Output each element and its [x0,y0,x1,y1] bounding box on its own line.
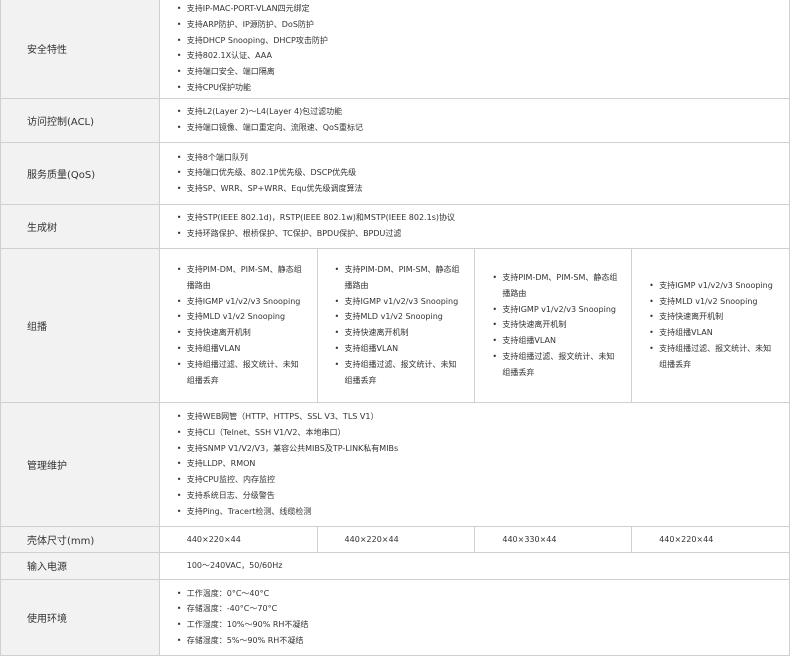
multicast-column-2: 支持PIM-DM、PIM-SM、静态组播路由支持IGMP v1/v2/v3 Sn… [316,247,476,403]
list-item: 存储湿度：5%～90% RH不凝结 [177,633,779,649]
table-row: 服务质量(QoS) 支持8个端口队列支持端口优先级、802.1P优先级、DSCP优… [0,141,790,205]
row-value-acl: 支持L2(Layer 2)～L4(Layer 4)包过滤功能支持端口镜像、端口重… [158,97,790,143]
list-item: 支持组播过滤、报文统计、未知组播丢弃 [649,341,777,373]
row-value-stp: 支持STP(IEEE 802.1d)，RSTP(IEEE 802.1w)和MST… [158,203,790,249]
multicast-col-1-list: 支持PIM-DM、PIM-SM、静态组播路由支持IGMP v1/v2/v3 Sn… [177,262,305,389]
table-row: 壳体尺寸(mm) 440×220×44 440×220×44 440×330×44 44… [0,525,790,553]
row-label-qos: 服务质量(QoS) [0,141,160,205]
table-row: 访问控制(ACL) 支持L2(Layer 2)～L4(Layer 4)包过滤功能支… [0,97,790,143]
row-value-security: 支持IP-MAC-PORT-VLAN四元绑定支持ARP防护、IP源防护、DoS防… [158,0,790,99]
list-item: 支持环路保护、根桥保护、TC保护、BPDU保护、BPDU过滤 [177,226,779,242]
multicast-col-3-list: 支持PIM-DM、PIM-SM、静态组播路由支持IGMP v1/v2/v3 Sn… [492,270,619,381]
list-item: 支持组播过滤、报文统计、未知组播丢弃 [177,357,305,389]
list-item: 支持快速离开机制 [649,309,777,325]
list-item: 支持快速离开机制 [177,325,305,341]
row-value-environment: 工作温度：0°C～40°C存储温度：-40°C～70°C工作湿度：10%～90%… [158,578,790,656]
row-acl-list: 支持L2(Layer 2)～L4(Layer 4)包过滤功能支持端口镜像、端口重… [177,104,779,136]
list-item: 支持组播过滤、报文统计、未知组播丢弃 [492,349,619,381]
dimension-value-4: 440×220×44 [631,525,790,553]
list-item: 支持SNMP V1/V2/V3，兼容公共MIBS及TP-LINK私有MIBs [177,441,779,457]
list-item: 支持IGMP v1/v2/v3 Snooping [335,294,463,310]
list-item: 支持端口镜像、端口重定向、流限速、QoS重标记 [177,120,779,136]
row-label-power: 输入电源 [0,551,160,580]
list-item: 支持Ping、Tracert检测、线缆检测 [177,504,779,520]
list-item: 支持IP-MAC-PORT-VLAN四元绑定 [177,1,779,17]
row-label-multicast: 组播 [0,247,160,403]
dimension-value-1: 440×220×44 [158,525,318,553]
table-row: 组播支持PIM-DM、PIM-SM、静态组播路由支持IGMP v1/v2/v3 … [0,247,790,403]
list-item: 支持CLI（Telnet、SSH V1/V2、本地串口） [177,425,779,441]
list-item: 支持ARP防护、IP源防护、DoS防护 [177,17,779,33]
list-item: 支持端口安全、端口隔离 [177,64,779,80]
multicast-col-4-list: 支持IGMP v1/v2/v3 Snooping支持MLD v1/v2 Snoo… [649,278,777,373]
table-row: 安全特性支持IP-MAC-PORT-VLAN四元绑定支持ARP防护、IP源防护、… [0,0,790,99]
row-security-list: 支持IP-MAC-PORT-VLAN四元绑定支持ARP防护、IP源防护、DoS防… [177,1,779,96]
power-value: 100～240VAC，50/60Hz [158,551,790,580]
list-item: 支持组播VLAN [492,333,619,349]
table-row: 输入电源 100～240VAC，50/60Hz [0,551,790,580]
list-item: 支持组播VLAN [649,325,777,341]
row-stp-list: 支持STP(IEEE 802.1d)，RSTP(IEEE 802.1w)和MST… [177,210,779,242]
list-item: 支持IGMP v1/v2/v3 Snooping [177,294,305,310]
list-item: 支持PIM-DM、PIM-SM、静态组播路由 [177,262,305,294]
row-label-stp: 生成树 [0,203,160,249]
dimension-value-3: 440×330×44 [474,525,633,553]
table-row: 使用环境工作温度：0°C～40°C存储温度：-40°C～70°C工作湿度：10%… [0,578,790,656]
list-item: 支持系统日志、分级警告 [177,488,779,504]
row-label-acl: 访问控制(ACL) [0,97,160,143]
row-label-security: 安全特性 [0,0,160,99]
row-value-management: 支持WEB网管（HTTP、HTTPS、SSL V3、TLS V1）支持CLI（T… [158,401,790,527]
list-item: 支持端口优先级、802.1P优先级、DSCP优先级 [177,165,779,181]
list-item: 支持8个端口队列 [177,150,779,166]
list-item: 支持PIM-DM、PIM-SM、静态组播路由 [335,262,463,294]
list-item: 支持MLD v1/v2 Snooping [649,294,777,310]
list-item: 支持MLD v1/v2 Snooping [335,309,463,325]
list-item: 工作温度：0°C～40°C [177,586,779,602]
list-item: 支持L2(Layer 2)～L4(Layer 4)包过滤功能 [177,104,779,120]
list-item: 支持WEB网管（HTTP、HTTPS、SSL V3、TLS V1） [177,409,779,425]
list-item: 支持SP、WRR、SP+WRR、Equ优先级调度算法 [177,181,779,197]
multicast-column-3: 支持PIM-DM、PIM-SM、静态组播路由支持IGMP v1/v2/v3 Sn… [474,247,633,403]
environment-list: 工作温度：0°C～40°C存储温度：-40°C～70°C工作湿度：10%～90%… [177,586,779,649]
row-qos-list: 支持8个端口队列支持端口优先级、802.1P优先级、DSCP优先级支持SP、WR… [177,150,779,197]
multicast-column-1: 支持PIM-DM、PIM-SM、静态组播路由支持IGMP v1/v2/v3 Sn… [158,247,318,403]
list-item: 支持快速离开机制 [335,325,463,341]
list-item: 支持802.1X认证、AAA [177,48,779,64]
dimension-value-2: 440×220×44 [316,525,476,553]
list-item: 支持DHCP Snooping、DHCP攻击防护 [177,33,779,49]
list-item: 支持STP(IEEE 802.1d)，RSTP(IEEE 802.1w)和MST… [177,210,779,226]
list-item: 支持组播VLAN [177,341,305,357]
list-item: 支持组播过滤、报文统计、未知组播丢弃 [335,357,463,389]
list-item: 工作湿度：10%～90% RH不凝结 [177,617,779,633]
list-item: 支持PIM-DM、PIM-SM、静态组播路由 [492,270,619,302]
list-item: 存储温度：-40°C～70°C [177,601,779,617]
row-label-environment: 使用环境 [0,578,160,656]
list-item: 支持MLD v1/v2 Snooping [177,309,305,325]
row-value-qos: 支持8个端口队列支持端口优先级、802.1P优先级、DSCP优先级支持SP、WR… [158,141,790,205]
list-item: 支持CPU监控、内存监控 [177,472,779,488]
list-item: 支持LLDP、RMON [177,456,779,472]
multicast-column-4: 支持IGMP v1/v2/v3 Snooping支持MLD v1/v2 Snoo… [631,247,790,403]
spec-table: 安全特性支持IP-MAC-PORT-VLAN四元绑定支持ARP防护、IP源防护、… [0,0,790,656]
list-item: 支持快速离开机制 [492,317,619,333]
multicast-col-2-list: 支持PIM-DM、PIM-SM、静态组播路由支持IGMP v1/v2/v3 Sn… [335,262,463,389]
list-item: 支持CPU保护功能 [177,80,779,96]
table-row: 管理维护支持WEB网管（HTTP、HTTPS、SSL V3、TLS V1）支持C… [0,401,790,527]
list-item: 支持IGMP v1/v2/v3 Snooping [649,278,777,294]
management-list: 支持WEB网管（HTTP、HTTPS、SSL V3、TLS V1）支持CLI（T… [177,409,779,520]
row-label-dimensions: 壳体尺寸(mm) [0,525,160,553]
row-label-management: 管理维护 [0,401,160,527]
list-item: 支持组播VLAN [335,341,463,357]
list-item: 支持IGMP v1/v2/v3 Snooping [492,302,619,318]
table-row: 生成树 支持STP(IEEE 802.1d)，RSTP(IEEE 802.1w)和… [0,203,790,249]
